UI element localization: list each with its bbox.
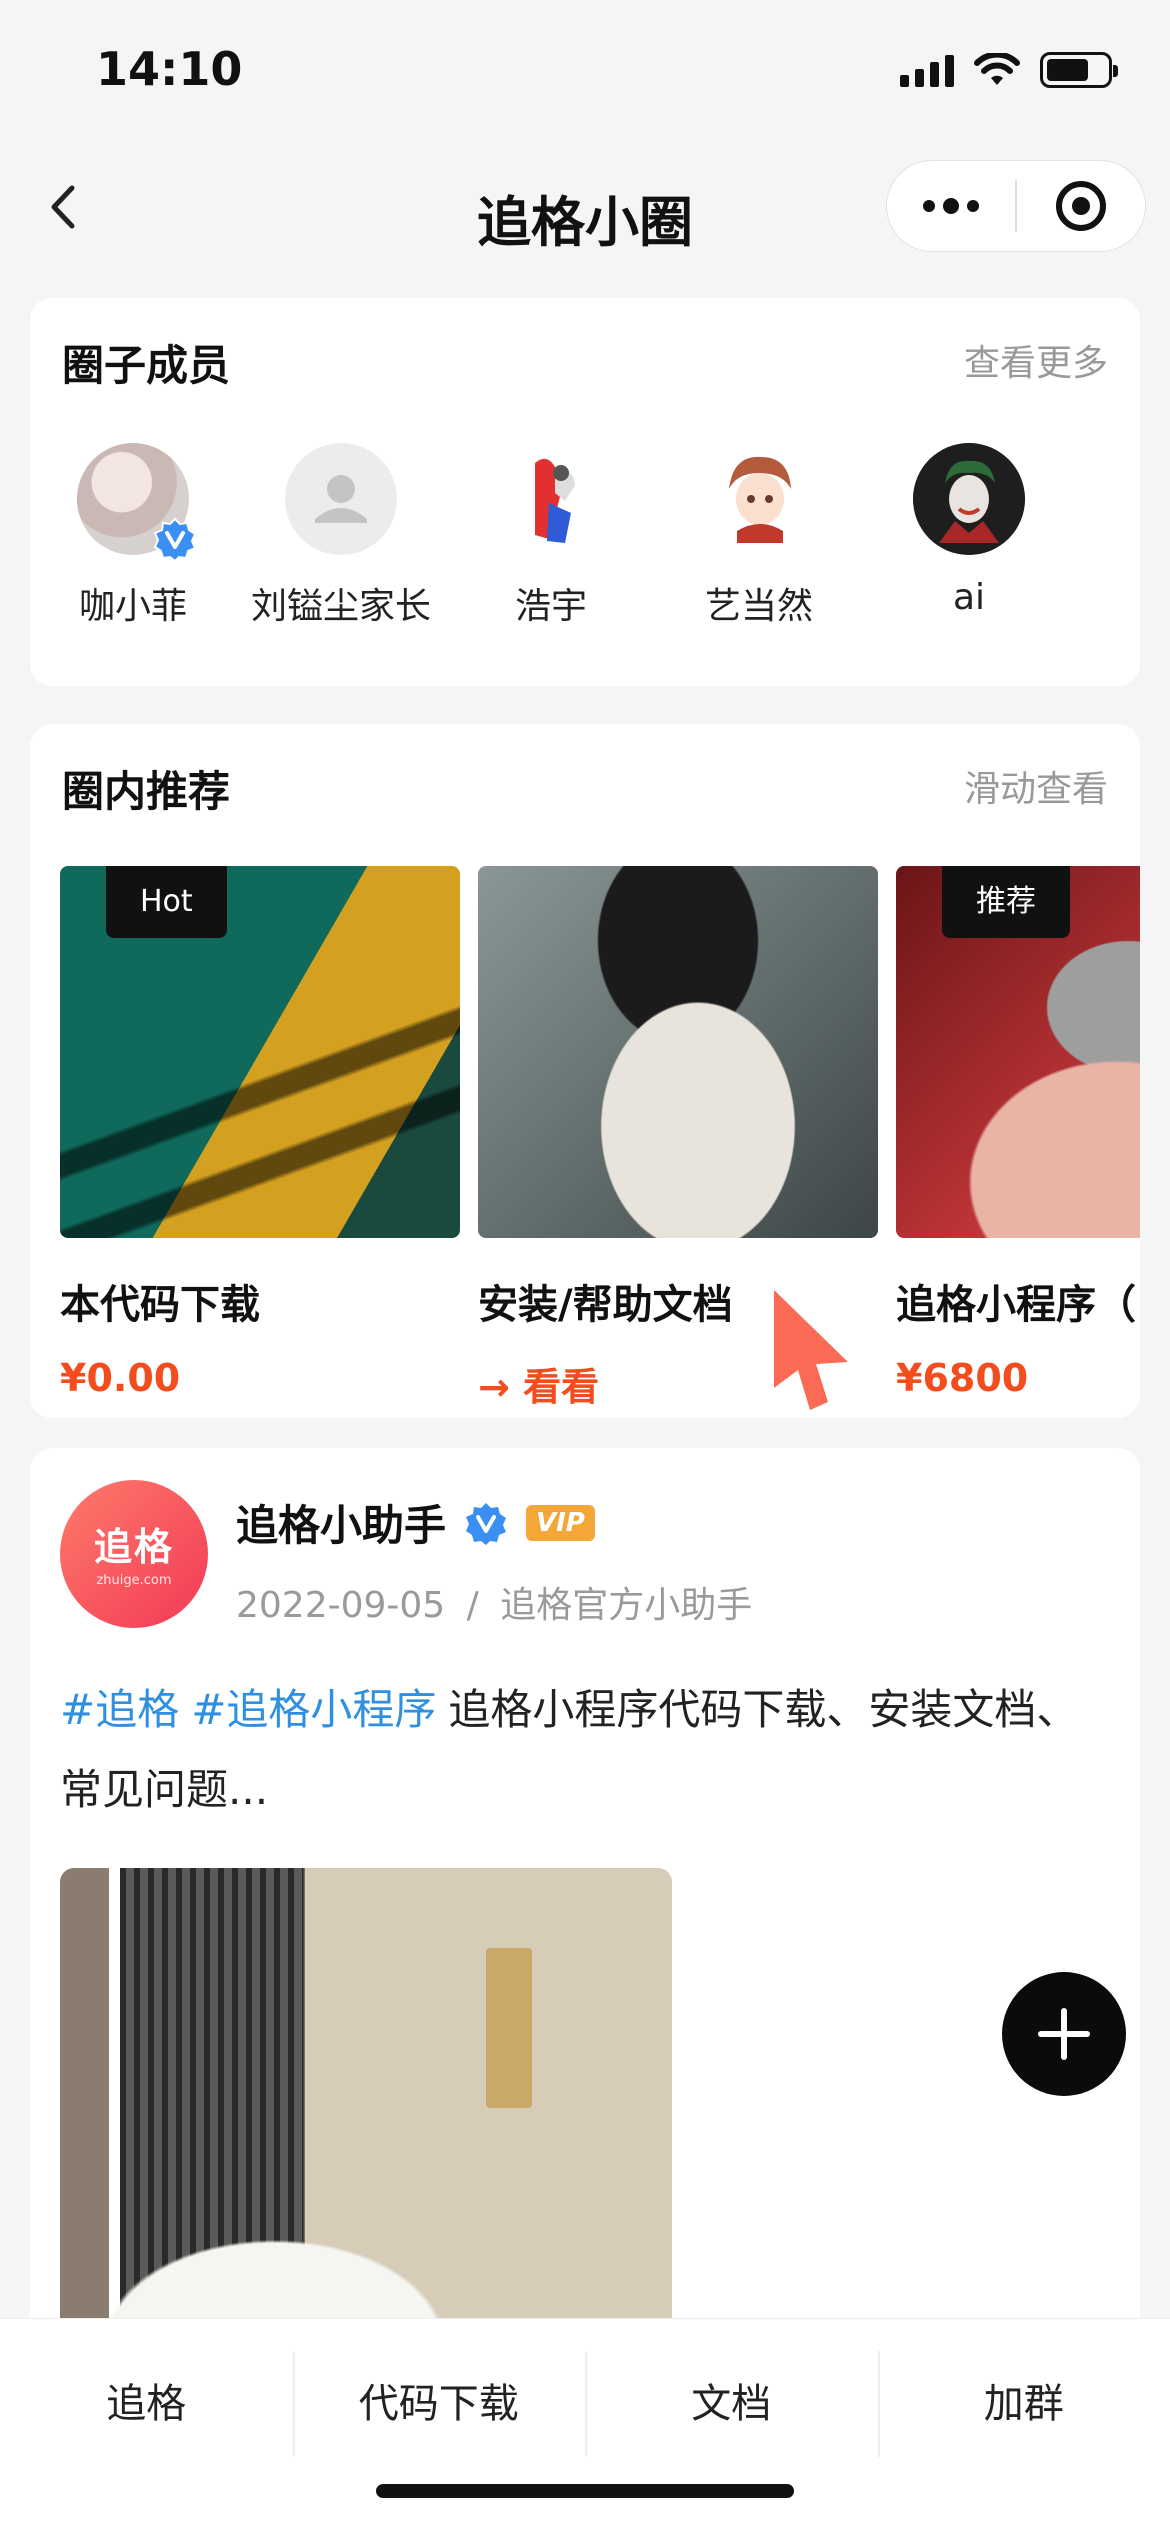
navbar: 追格小圈 [0, 140, 1170, 272]
intercom-panel [486, 1948, 532, 2108]
cellular-signal-icon [900, 53, 954, 87]
post-author-row: 追格小助手 VIP [236, 1492, 595, 1553]
members-card: 圈子成员 查看更多 咖小菲 刘镒尘家长 浩宇 艺当然 ai [30, 298, 1140, 686]
verified-badge-icon [153, 517, 197, 561]
product-name: 追格小程序（ [896, 1282, 1136, 1328]
mini-program-capsule [886, 160, 1146, 252]
member-name: 刘镒尘家长 [250, 586, 431, 627]
recommend-more-link[interactable]: 滑动查看 [964, 760, 1108, 812]
recommend-title: 圈内推荐 [62, 767, 231, 816]
product-price: ¥0.00 [60, 1356, 181, 1400]
status-icons [900, 52, 1118, 88]
product-image [478, 866, 878, 1238]
member-name: 艺当然 [704, 586, 813, 627]
author-name[interactable]: 追格小助手 [236, 1492, 446, 1553]
avatar [913, 443, 1025, 555]
recommend-card: 圈内推荐 滑动查看 Hot 本代码下载 ¥0.00 安装/帮助文档 → 看看 推… [30, 724, 1140, 1418]
members-title: 圈子成员 [62, 341, 231, 390]
topic-tag[interactable]: #追格 [60, 1685, 179, 1734]
post-source: 追格官方小助手 [500, 1585, 753, 1626]
battery-icon [1040, 52, 1118, 88]
recommend-item[interactable]: 推荐 追格小程序（ ¥6800 [896, 866, 1140, 1400]
pointer-cursor-icon [774, 1290, 848, 1410]
status-bar: 14:10 [0, 0, 1170, 140]
member-item[interactable]: 刘镒尘家长 [236, 443, 446, 629]
tab-zhuige[interactable]: 追格 [0, 2319, 293, 2489]
tab-code-download[interactable]: 代码下载 [292, 2319, 586, 2489]
bottom-tabbar: 追格 代码下载 文档 加群 [0, 2318, 1170, 2532]
recommend-tag: 推荐 [942, 866, 1070, 938]
product-price: ¥6800 [896, 1356, 1029, 1400]
member-item[interactable]: 咖小菲 [28, 443, 238, 629]
default-avatar-icon [285, 443, 397, 555]
vip-badge: VIP [526, 1504, 595, 1541]
post-meta: 2022-09-05 / 追格官方小助手 [236, 1576, 752, 1628]
product-image: Hot [60, 866, 460, 1238]
member-name: ai [952, 577, 986, 618]
member-item[interactable]: 浩宇 [446, 443, 656, 629]
hot-tag: Hot [106, 866, 227, 938]
avatar-logo-subtext: zhuige.com [96, 1573, 172, 1588]
product-name: 本代码下载 [60, 1282, 260, 1328]
avatar-logo-text: 追格 [93, 1525, 174, 1569]
avatar [495, 443, 607, 555]
add-post-button[interactable] [1002, 1972, 1126, 2096]
post-avatar[interactable]: 追格 zhuige.com [60, 1480, 208, 1628]
home-indicator [376, 2484, 794, 2498]
tab-docs[interactable]: 文档 [585, 2319, 878, 2489]
recommend-item[interactable]: Hot 本代码下载 ¥0.00 [60, 866, 460, 1400]
members-more-link[interactable]: 查看更多 [964, 334, 1108, 386]
meta-separator: / [466, 1585, 479, 1626]
avatar [703, 443, 815, 555]
post-date: 2022-09-05 [236, 1585, 446, 1626]
wifi-icon [974, 53, 1020, 85]
topic-tag[interactable]: #追格小程序 [191, 1685, 436, 1734]
member-name: 浩宇 [514, 586, 587, 627]
more-options-icon[interactable] [887, 198, 1015, 214]
product-image: 推荐 [896, 866, 1140, 1238]
verified-badge-icon [466, 1502, 507, 1545]
status-time: 14:10 [96, 42, 243, 96]
member-item[interactable]: 艺当然 [654, 443, 864, 629]
close-target-icon[interactable] [1017, 178, 1145, 234]
member-item[interactable]: ai [864, 443, 1074, 618]
avatar [77, 443, 197, 561]
post-text[interactable]: #追格 #追格小程序 追格小程序代码下载、安装文档、常见问题... [60, 1670, 1080, 1830]
member-name: 咖小菲 [78, 586, 187, 627]
tab-join-group[interactable]: 加群 [877, 2319, 1170, 2489]
